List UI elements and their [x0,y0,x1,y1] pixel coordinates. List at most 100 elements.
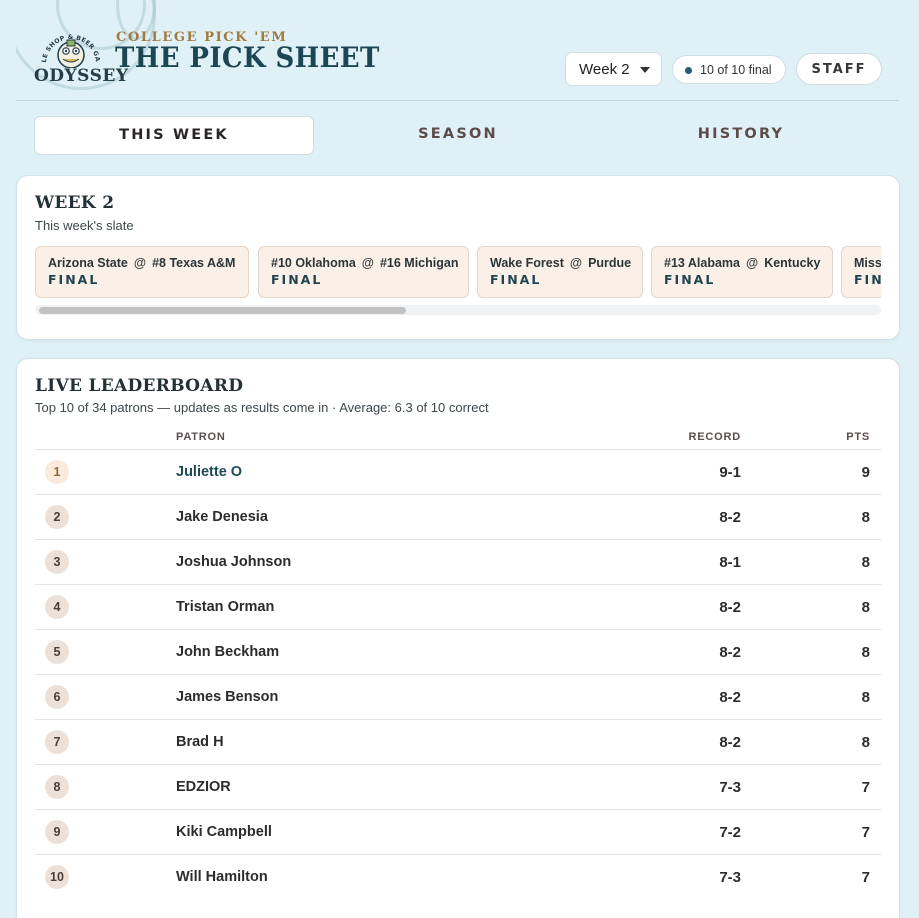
rank-badge: 1 [45,460,69,484]
logo-wordmark: ODYSSEY [34,66,129,86]
game-status: FINAL [664,272,716,287]
at-separator: @ [361,256,374,270]
table-row[interactable]: 6 James Benson 8-2 8 [35,674,881,719]
patron-record: 8-2 [719,599,741,616]
patron-points: 9 [861,464,870,481]
patron-points: 8 [861,509,870,526]
slate-title: WEEK 2 [35,193,115,213]
patron-points: 8 [861,599,870,616]
game-matchup: #13 Alabama @ Kentucky [664,256,832,270]
odyssey-logo[interactable]: BOTTLE SHOP & BEER GARDEN ODYSSEY [34,18,129,90]
away-team: #10 Oklahoma [271,256,356,270]
patron-record: 7-3 [719,869,741,886]
patron-record: 8-2 [719,689,741,706]
games-scrollbar[interactable] [35,305,881,315]
rank-badge: 2 [45,505,69,529]
away-team: Miss [854,256,881,270]
view-tabs: THIS WEEK SEASON HISTORY [34,116,884,155]
tab-season[interactable]: SEASON [318,116,598,155]
patron-name[interactable]: John Beckham [176,644,279,660]
patron-record: 7-2 [719,824,741,841]
staff-button[interactable]: STAFF [796,53,882,85]
rank-badge: 9 [45,820,69,844]
table-row[interactable]: 1 Juliette O 9-1 9 [35,449,881,494]
week-select[interactable]: Week 2 [565,52,662,86]
patron-points: 8 [861,734,870,751]
logo-seal-icon: BOTTLE SHOP & BEER GARDEN [34,18,101,68]
game-matchup: Arizona State @ #8 Texas A&M [48,256,248,270]
game-matchup: Wake Forest @ Purdue [490,256,642,270]
rank-badge: 4 [45,595,69,619]
table-row[interactable]: 7 Brad H 8-2 8 [35,719,881,764]
tab-history[interactable]: HISTORY [601,116,881,155]
patron-record: 7-3 [719,779,741,796]
chevron-down-icon [640,67,650,73]
patron-record: 8-2 [719,644,741,661]
game-status: FINAL [490,272,542,287]
game-status: FINAL [271,272,323,287]
home-team: #8 Texas A&M [152,256,236,270]
patron-name[interactable]: James Benson [176,689,278,705]
leaderboard-subtitle: Top 10 of 34 patrons — updates as result… [35,400,489,415]
home-team: #16 Michigan [379,256,459,270]
patron-record: 8-2 [719,509,741,526]
games-status-badge: 10 of 10 final [672,55,786,84]
home-team: Kentucky [764,256,821,270]
rank-badge: 5 [45,640,69,664]
patron-name[interactable]: Kiki Campbell [176,824,272,840]
patron-points: 8 [861,644,870,661]
table-row[interactable]: 5 John Beckham 8-2 8 [35,629,881,674]
patron-name[interactable]: Juliette O [176,464,242,480]
leaderboard-table: 1 Juliette O 9-1 9 2 Jake Denesia 8-2 8 … [35,449,881,899]
away-team: Wake Forest [490,256,564,270]
patron-name[interactable]: Joshua Johnson [176,554,291,570]
column-header-record: RECORD [688,431,741,443]
at-separator: @ [569,256,583,270]
leaderboard-title: LIVE LEADERBOARD [35,376,244,396]
game-card[interactable]: Arizona State @ #8 Texas A&M FINAL [35,246,249,298]
game-matchup: #10 Oklahoma @ #16 Michigan [271,256,468,270]
game-status: FIN [854,272,881,287]
rank-badge: 3 [45,550,69,574]
patron-name[interactable]: EDZIOR [176,779,231,795]
games-strip[interactable]: Arizona State @ #8 Texas A&M FINAL #10 Okl… [35,246,881,300]
game-card[interactable]: Miss FIN [841,246,881,298]
games-status-text: 10 of 10 final [700,63,772,77]
rank-badge: 8 [45,775,69,799]
patron-points: 8 [861,689,870,706]
tab-this-week[interactable]: THIS WEEK [34,116,314,155]
status-dot-icon [685,67,692,74]
patron-name[interactable]: Tristan Orman [176,599,274,615]
games-scrollbar-thumb[interactable] [39,307,406,314]
table-row[interactable]: 3 Joshua Johnson 8-1 8 [35,539,881,584]
rank-badge: 10 [45,865,69,889]
week-select-value: Week 2 [579,61,630,78]
table-row[interactable]: 9 Kiki Campbell 7-2 7 [35,809,881,854]
leaderboard-card: LIVE LEADERBOARD Top 10 of 34 patrons — … [16,358,900,918]
patron-points: 8 [861,554,870,571]
away-team: #13 Alabama [664,256,740,270]
patron-name[interactable]: Brad H [176,734,224,750]
patron-name[interactable]: Jake Denesia [176,509,268,525]
game-status: FINAL [48,272,100,287]
table-row[interactable]: 4 Tristan Orman 8-2 8 [35,584,881,629]
table-row[interactable]: 8 EDZIOR 7-3 7 [35,764,881,809]
brand-title: THE PICK SHEET [115,42,380,75]
at-separator: @ [745,256,759,270]
rank-badge: 7 [45,730,69,754]
game-matchup: Miss [854,256,881,270]
table-row[interactable]: 10 Will Hamilton 7-3 7 [35,854,881,899]
slate-subtitle: This week's slate [35,218,134,233]
patron-record: 9-1 [719,464,741,481]
game-card[interactable]: #10 Oklahoma @ #16 Michigan FINAL [258,246,469,298]
patron-points: 7 [861,779,870,796]
away-team: Arizona State [48,256,128,270]
patron-record: 8-1 [719,554,741,571]
column-header-patron: PATRON [176,431,226,443]
table-row[interactable]: 2 Jake Denesia 8-2 8 [35,494,881,539]
patron-name[interactable]: Will Hamilton [176,869,268,885]
home-team: Purdue [588,256,632,270]
game-card[interactable]: #13 Alabama @ Kentucky FINAL [651,246,833,298]
patron-points: 7 [861,824,870,841]
game-card[interactable]: Wake Forest @ Purdue FINAL [477,246,643,298]
